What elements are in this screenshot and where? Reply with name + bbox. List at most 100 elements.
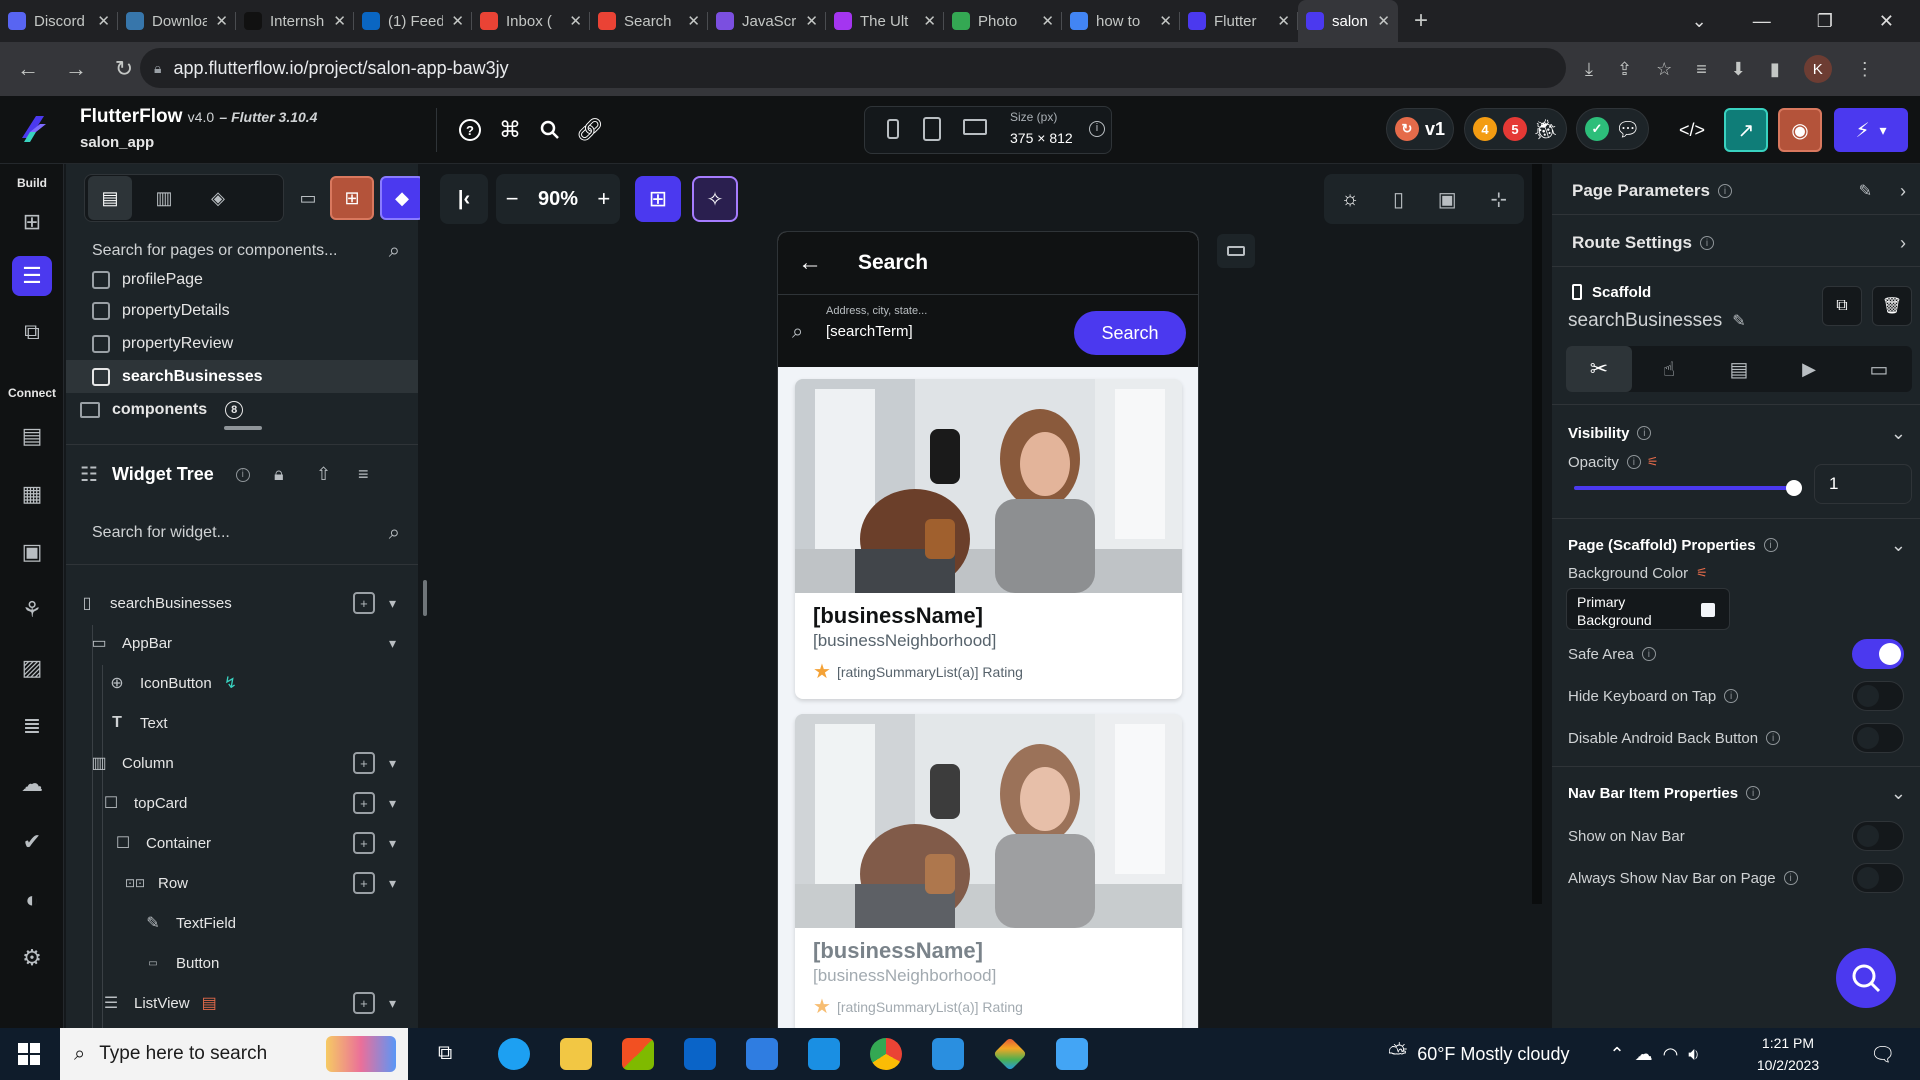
browser-tab[interactable]: Flutter ✕ <box>1180 0 1298 42</box>
browser-tab[interactable]: Inbox (✕ <box>472 0 590 42</box>
mail-icon[interactable] <box>684 1038 716 1070</box>
media-assets-icon[interactable]: ▨ <box>12 648 52 688</box>
info-icon[interactable]: i <box>1626 455 1641 469</box>
tab-close-icon[interactable]: ✕ <box>1159 12 1172 30</box>
storyboard-icon[interactable]: ⧉ <box>12 312 52 352</box>
chevron-down-icon[interactable]: ⌄ <box>1891 783 1906 804</box>
phone-device-icon[interactable] <box>887 119 899 139</box>
expand-icon[interactable]: ▾ <box>389 635 396 652</box>
light-mode-icon[interactable]: ☼ <box>1341 188 1359 211</box>
browser-tab[interactable]: The Ult ✕ <box>826 0 944 42</box>
visibility-section[interactable]: Visibility i ⌄ <box>1552 418 1920 448</box>
components-tab-icon[interactable]: ▥ <box>142 176 186 220</box>
add-child-icon[interactable]: + <box>352 872 375 894</box>
add-page-icon[interactable]: ⊞ <box>330 176 374 220</box>
tab-close-icon[interactable]: ✕ <box>805 12 818 30</box>
desktop-device-icon[interactable] <box>963 119 987 135</box>
edit-icon[interactable]: ✎ <box>1859 181 1872 201</box>
variable-icon[interactable]: ⚟ <box>1696 565 1708 581</box>
snipping-icon[interactable] <box>746 1038 778 1070</box>
add-widget-icon[interactable]: ⊞ <box>12 202 52 242</box>
code-view-icon[interactable]: </> <box>1670 108 1714 152</box>
firestore-icon[interactable]: ▦ <box>12 474 52 514</box>
browser-tab[interactable]: Photo ✕ <box>944 0 1062 42</box>
search-button[interactable]: Search <box>1074 311 1186 355</box>
chevron-right-icon[interactable]: › <box>1900 233 1906 254</box>
animations-tab-icon[interactable]: ▶ <box>1776 346 1842 392</box>
command-icon[interactable]: ⌘ <box>498 117 522 142</box>
add-child-icon[interactable]: + <box>352 792 375 814</box>
delete-icon[interactable]: 🗑︎ <box>1872 286 1912 326</box>
info-icon[interactable]: i <box>1766 731 1781 745</box>
show-navbar-toggle[interactable] <box>1852 821 1904 851</box>
tree-node[interactable]: ▭ AppBar ▾ <box>88 623 396 663</box>
browser-menu-icon[interactable]: ⋮ <box>1856 59 1874 80</box>
search-textfield[interactable]: [searchTerm] <box>826 323 913 340</box>
tree-node[interactable]: ▥ Column + ▾ <box>88 743 396 783</box>
new-tab-icon[interactable]: + <box>1414 7 1428 35</box>
vscode-icon[interactable] <box>932 1038 964 1070</box>
disable-back-toggle[interactable] <box>1852 723 1904 753</box>
tab-close-icon[interactable]: ✕ <box>1377 12 1390 30</box>
info-icon[interactable]: i <box>1783 871 1798 885</box>
business-card[interactable]: [businessName] [businessNeighborhood] ★ … <box>795 379 1182 699</box>
onedrive-icon[interactable]: ☁︎ <box>1635 1044 1653 1065</box>
settings-gear-icon[interactable]: ⚙ <box>12 938 52 978</box>
address-bar[interactable]: 🔒︎ app.flutterflow.io/project/salon-app-… <box>140 48 1566 88</box>
reading-list-icon[interactable]: ≡ <box>1696 59 1707 80</box>
tab-close-icon[interactable]: ✕ <box>569 12 582 30</box>
help-icon[interactable]: ? <box>458 118 482 142</box>
help-search-fab[interactable] <box>1836 948 1896 1008</box>
copy-icon[interactable]: ⧉ <box>1822 286 1862 326</box>
pages-tab-icon[interactable]: ▤ <box>88 176 132 220</box>
chevron-down-icon[interactable]: ⌄ <box>1891 423 1906 444</box>
tree-node[interactable]: ⊕ IconButton ↯ <box>106 663 396 703</box>
browser-tab[interactable]: Search ✕ <box>590 0 708 42</box>
run-lightning-button[interactable]: ⚡︎ ▾ <box>1834 108 1908 152</box>
responsive-icon[interactable]: ▣ <box>1438 187 1457 212</box>
add-widget-canvas-button[interactable]: ⊞ <box>635 176 681 222</box>
version-pill[interactable]: ↻ v1 <box>1386 108 1455 150</box>
browser-tab-active[interactable]: salon a ✕ <box>1298 0 1398 42</box>
chevron-right-icon[interactable]: › <box>1900 181 1906 202</box>
theme-settings-icon[interactable]: ◐ <box>12 880 52 920</box>
browser-tab[interactable]: Internship ✕ <box>236 0 354 42</box>
pages-scrollbar[interactable] <box>224 426 262 430</box>
add-folder-icon[interactable]: ▭ <box>286 176 330 220</box>
git-icon[interactable] <box>993 1037 1027 1071</box>
backend-query-tab-icon[interactable]: ▤ <box>1706 346 1772 392</box>
collapse-panel-button[interactable]: |‹ <box>440 174 488 224</box>
expand-icon[interactable]: ▾ <box>389 795 396 812</box>
photos-icon[interactable] <box>1056 1038 1088 1070</box>
add-child-icon[interactable]: + <box>352 592 375 614</box>
tree-node[interactable]: ☰ ListView ▤ + ▾ <box>100 983 396 1023</box>
tree-node[interactable]: ☐ Container + ▾ <box>112 823 396 863</box>
weather-text[interactable]: 60°F Mostly cloudy <box>1417 1044 1569 1065</box>
chevron-up-icon[interactable]: ⌃ <box>1609 1044 1624 1065</box>
tab-close-icon[interactable]: ✕ <box>451 12 464 30</box>
browser-tab[interactable]: Download ✕ <box>118 0 236 42</box>
close-window-icon[interactable]: ✕ <box>1879 11 1894 32</box>
wifi-icon[interactable]: ◠ <box>1663 1044 1679 1065</box>
opacity-input[interactable]: 1 <box>1814 464 1912 504</box>
device-frame-icon[interactable]: ▯ <box>1393 187 1404 212</box>
properties-tab-icon[interactable]: ✂ <box>1566 346 1632 392</box>
tab-close-icon[interactable]: ✕ <box>923 12 936 30</box>
clock[interactable]: 1:21 PM 10/2/2023 <box>1738 1032 1838 1076</box>
back-icon[interactable]: ← <box>8 56 48 82</box>
tab-close-icon[interactable]: ✕ <box>1041 12 1054 30</box>
back-arrow-icon[interactable]: ← <box>798 249 822 277</box>
volume-icon[interactable]: 🔉︎ <box>1688 1044 1699 1065</box>
info-icon[interactable]: i <box>1699 236 1714 250</box>
browser-tab[interactable]: JavaScript ✕ <box>708 0 826 42</box>
open-external-icon[interactable]: ↗ <box>1724 108 1768 152</box>
app-icon[interactable] <box>808 1038 840 1070</box>
sort-icon[interactable]: ≡ <box>358 464 369 485</box>
hide-keyboard-toggle[interactable] <box>1852 681 1904 711</box>
tree-node[interactable]: ✎ TextField <box>142 903 396 943</box>
tab-search-icon[interactable]: ⌄ <box>1692 11 1707 32</box>
add-child-icon[interactable]: + <box>352 992 375 1014</box>
widget-tree-icon[interactable]: ☰ <box>12 256 52 296</box>
add-child-icon[interactable]: + <box>352 752 375 774</box>
expand-icon[interactable]: ▾ <box>389 875 396 892</box>
